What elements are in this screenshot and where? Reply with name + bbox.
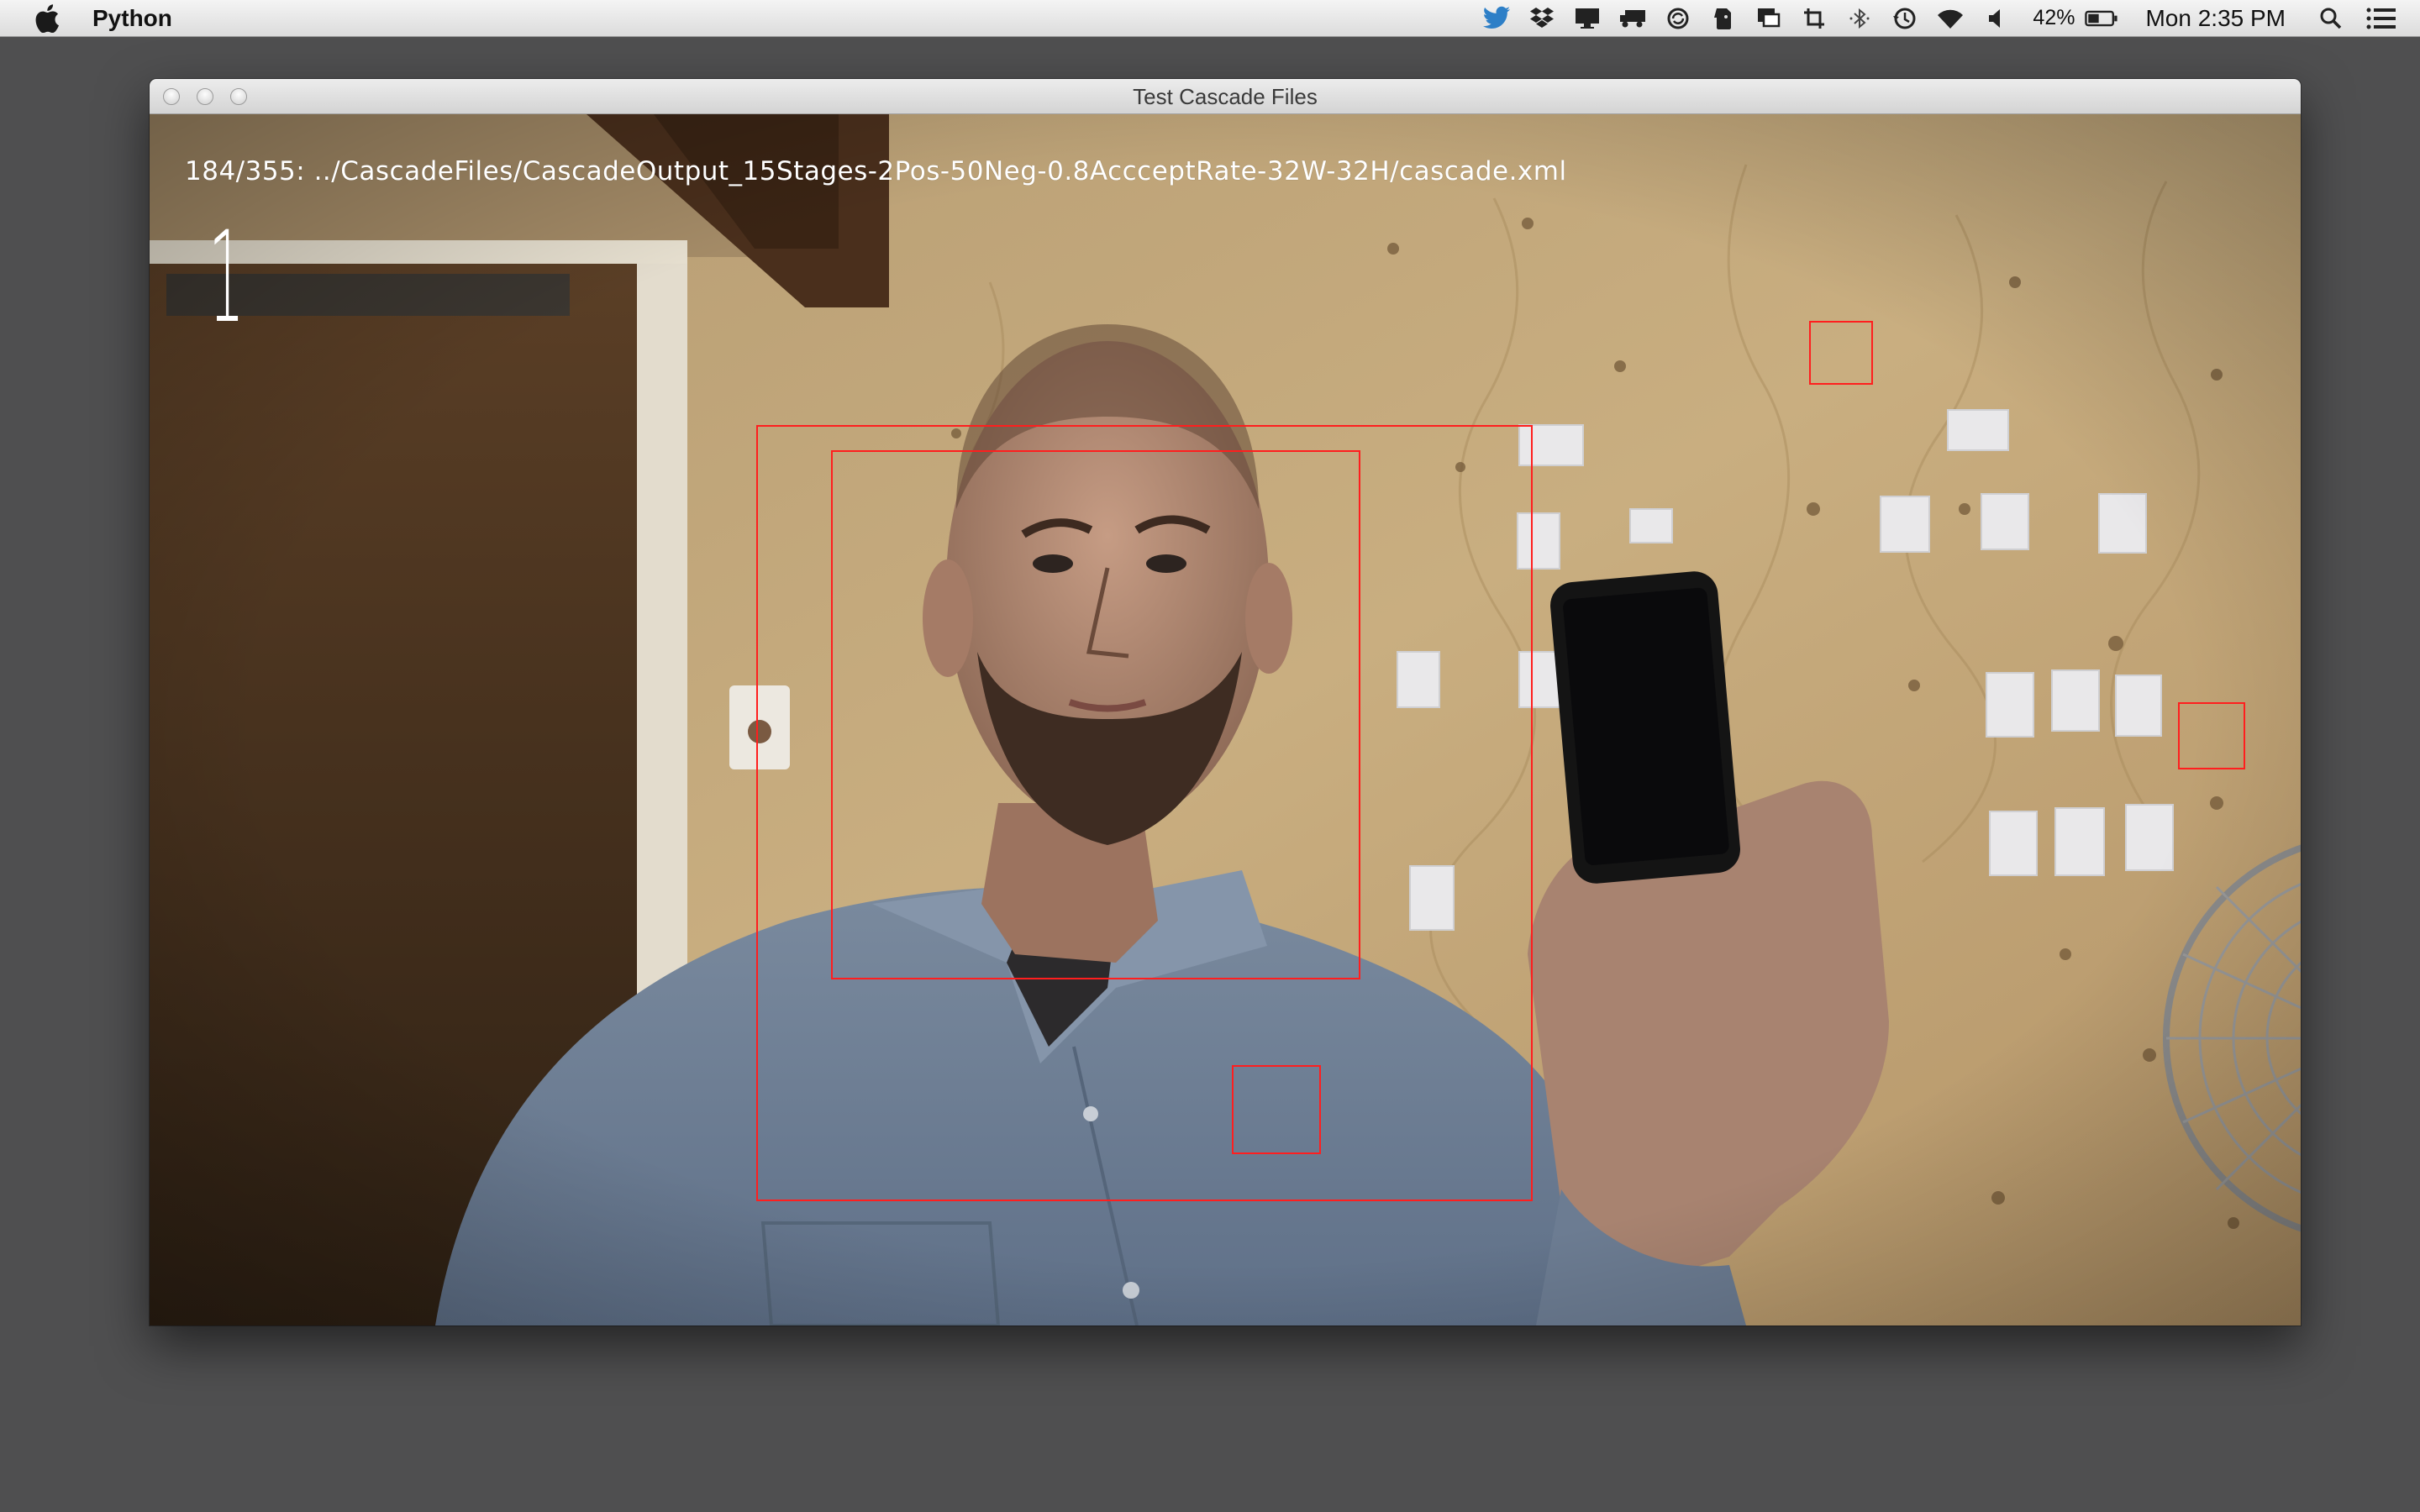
screen-share-icon[interactable] [1752, 2, 1786, 35]
detection-box [831, 450, 1360, 979]
detection-box [1809, 321, 1873, 385]
twitter-icon[interactable] [1480, 2, 1513, 35]
wifi-icon[interactable] [1933, 2, 1967, 35]
volume-icon[interactable] [1979, 2, 2012, 35]
notification-center-icon[interactable] [2365, 2, 2398, 35]
battery-icon[interactable] [2085, 2, 2118, 35]
window-titlebar[interactable]: Test Cascade Files [150, 79, 2301, 114]
menu-clock[interactable]: Mon 2:35 PM [2145, 5, 2286, 32]
camera-feed: 184/355: ../CascadeFiles/CascadeOutput_1… [150, 114, 2301, 1326]
spotlight-search-icon[interactable] [2314, 2, 2348, 35]
battery-percent: 42% [2033, 6, 2075, 29]
app-name-menu[interactable]: Python [92, 5, 172, 32]
detection-box [1232, 1065, 1321, 1154]
menu-bar: Python 42% Mon 2:35 PM [0, 0, 2420, 37]
window-title: Test Cascade Files [1133, 84, 1318, 109]
cascade-file-label: 184/355: ../CascadeFiles/CascadeOutput_1… [185, 156, 1567, 186]
detection-counter: 1 [208, 205, 245, 351]
status-area: 42% Mon 2:35 PM [1468, 0, 2398, 37]
time-machine-icon[interactable] [1888, 2, 1922, 35]
dropbox-icon[interactable] [1525, 2, 1559, 35]
bluetooth-icon[interactable] [1843, 2, 1876, 35]
cascade-test-window: Test Cascade Files 184/355: ../CascadeFi… [150, 79, 2301, 1326]
crop-icon[interactable] [1797, 2, 1831, 35]
detection-box [2178, 702, 2245, 769]
display-icon[interactable] [1570, 2, 1604, 35]
evernote-icon[interactable] [1707, 2, 1740, 35]
apple-menu-icon[interactable] [32, 3, 62, 34]
sync-icon[interactable] [1661, 2, 1695, 35]
truck-icon[interactable] [1616, 2, 1649, 35]
